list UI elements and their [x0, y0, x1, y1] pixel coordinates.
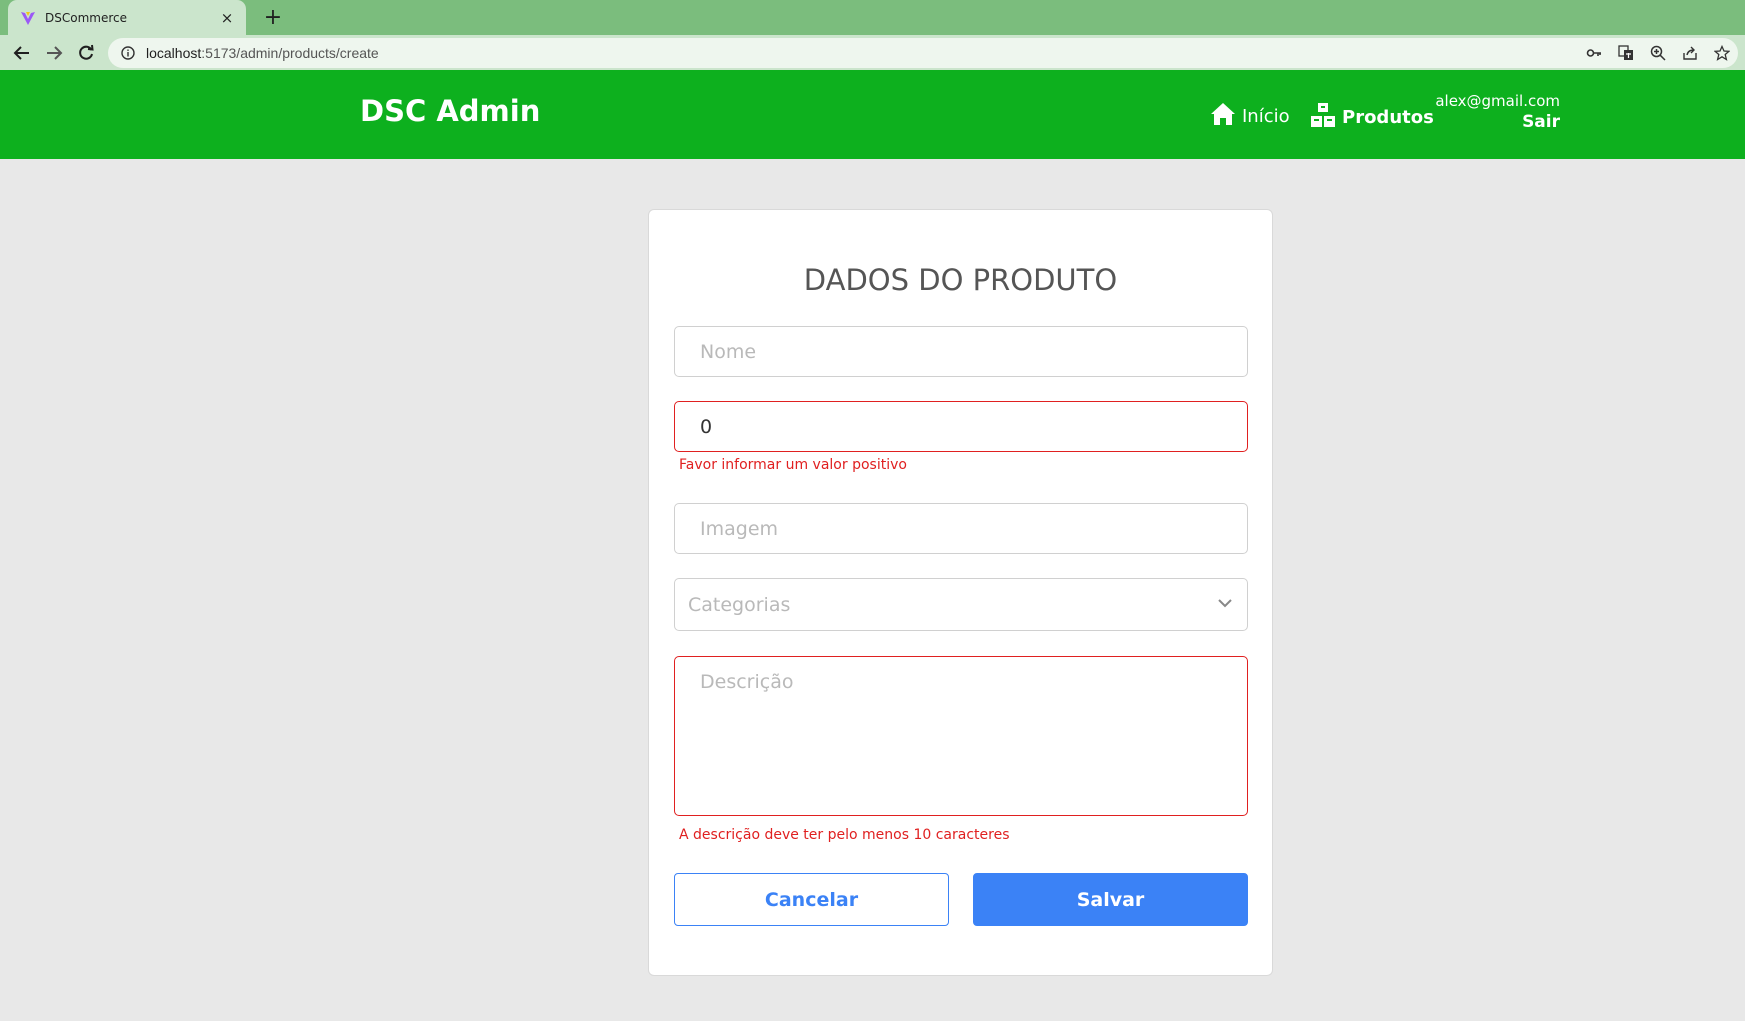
categories-placeholder: Categorias — [688, 593, 791, 616]
save-button[interactable]: Salvar — [973, 873, 1248, 926]
browser-tab[interactable]: DSCommerce × — [8, 0, 246, 35]
arrow-left-icon[interactable] — [8, 39, 36, 67]
tab-title: DSCommerce — [45, 10, 127, 25]
description-textarea[interactable] — [674, 656, 1248, 816]
arrow-right-icon[interactable] — [40, 39, 68, 67]
app-header: DSC Admin Início Produtos alex@gmail.com… — [0, 70, 1745, 159]
user-menu: alex@gmail.com Sair — [1435, 92, 1560, 132]
cancel-button[interactable]: Cancelar — [674, 873, 949, 926]
close-tab-icon[interactable]: × — [218, 9, 236, 27]
brand-title[interactable]: DSC Admin — [360, 94, 540, 128]
url-host: localhost — [146, 45, 202, 61]
browser-toolbar: localhost:5173/admin/products/create — [0, 35, 1745, 70]
address-bar[interactable]: localhost:5173/admin/products/create — [108, 38, 1738, 68]
chevron-down-icon[interactable] — [1216, 594, 1234, 616]
nav-home-link[interactable]: Início — [1210, 102, 1290, 131]
price-input[interactable] — [674, 401, 1248, 452]
form-title: DADOS DO PRODUTO — [803, 263, 1118, 297]
user-email: alex@gmail.com — [1435, 92, 1560, 110]
nav-home-label: Início — [1242, 106, 1290, 127]
logout-link[interactable]: Sair — [1435, 112, 1560, 132]
description-error-message: A descrição deve ter pelo menos 10 carac… — [679, 827, 1010, 843]
categories-select[interactable]: Categorias — [674, 578, 1248, 631]
vite-logo-icon — [20, 10, 36, 26]
product-form-card: DADOS DO PRODUTO Favor informar um valor… — [648, 209, 1273, 976]
reload-icon[interactable] — [72, 39, 100, 67]
key-icon[interactable] — [1582, 41, 1606, 65]
zoom-icon[interactable] — [1646, 41, 1670, 65]
translate-icon[interactable] — [1614, 41, 1638, 65]
home-icon — [1210, 102, 1242, 131]
name-input[interactable] — [674, 326, 1248, 377]
star-icon[interactable] — [1710, 41, 1734, 65]
boxes-icon — [1310, 102, 1342, 133]
info-icon[interactable] — [120, 45, 136, 61]
url-text: localhost:5173/admin/products/create — [146, 45, 379, 61]
nav-products-label: Produtos — [1342, 107, 1434, 128]
new-tab-button[interactable]: + — [260, 4, 286, 30]
nav-products-link[interactable]: Produtos — [1310, 102, 1434, 133]
price-error-message: Favor informar um valor positivo — [679, 457, 907, 473]
browser-tab-strip: DSCommerce × + — [0, 0, 1745, 35]
url-path: :5173/admin/products/create — [201, 45, 379, 61]
share-icon[interactable] — [1678, 41, 1702, 65]
image-url-input[interactable] — [674, 503, 1248, 554]
